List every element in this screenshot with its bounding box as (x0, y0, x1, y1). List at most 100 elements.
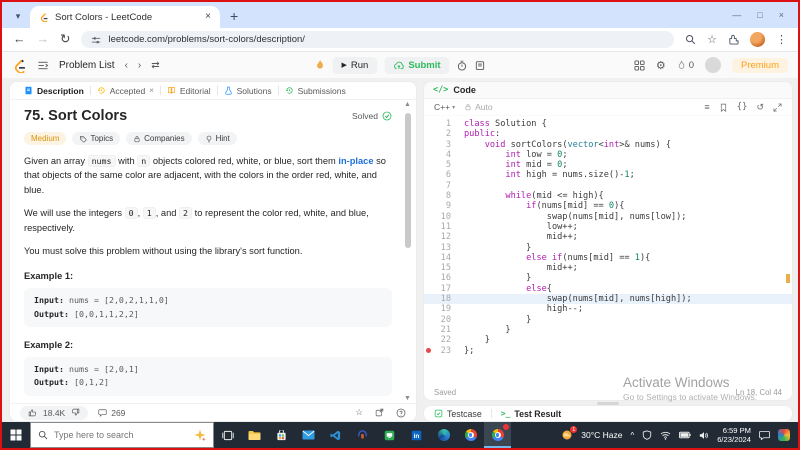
vscode-button[interactable] (322, 422, 349, 448)
code-line-5[interactable]: 5 int mid = 0; (424, 160, 792, 170)
window-maximize-button[interactable]: □ (757, 10, 762, 20)
problem-list-link[interactable]: Problem List (59, 60, 115, 71)
code-line-9[interactable]: 9 if(nums[mid] == 0){ (424, 201, 792, 211)
tray-color-app-icon[interactable] (778, 429, 790, 441)
edge-button[interactable] (430, 422, 457, 448)
user-avatar[interactable] (704, 57, 721, 73)
format-lines-icon[interactable]: ≡ (704, 102, 709, 112)
browser-profile-avatar[interactable] (750, 32, 765, 47)
search-input[interactable] (54, 430, 188, 440)
taskbar-search[interactable] (30, 422, 214, 448)
tab-description[interactable]: Description (18, 86, 90, 96)
premium-button[interactable]: Premium (731, 57, 788, 73)
reset-code-icon[interactable]: ↺ (756, 102, 764, 113)
code-line-3[interactable]: 3 void sortColors(vector<int>& nums) { (424, 140, 792, 150)
code-line-20[interactable]: 20 } (424, 315, 792, 325)
code-line-11[interactable]: 11 low++; (424, 222, 792, 232)
scroll-down-icon[interactable]: ▼ (404, 395, 411, 402)
run-button[interactable]: ▶ Run (332, 56, 378, 74)
next-problem-icon[interactable]: › (138, 60, 141, 71)
copilot-sparkle-icon[interactable] (194, 429, 206, 441)
browser-tab[interactable]: Sort Colors - LeetCode × (30, 6, 220, 28)
microsoft-store-button[interactable] (268, 422, 295, 448)
auto-toggle[interactable]: Auto (464, 102, 493, 112)
taskbar-clock[interactable]: 6:59 PM 6/23/2024 (717, 426, 751, 445)
mail-button[interactable] (295, 422, 322, 448)
forward-icon[interactable]: → (37, 33, 50, 46)
audacity-button[interactable] (349, 422, 376, 448)
breakpoint-dot[interactable] (426, 348, 431, 354)
daily-fire-icon[interactable] (314, 59, 325, 71)
tab-solutions[interactable]: Solutions (218, 86, 278, 96)
inline-link[interactable]: in-place (338, 156, 373, 166)
hint-chip[interactable]: Hint (197, 132, 237, 145)
back-icon[interactable]: ← (13, 33, 26, 46)
notification-chat-icon[interactable] (759, 430, 770, 440)
chrome-active-window-button[interactable] (484, 422, 511, 448)
settings-gear-icon[interactable]: ⚙ (656, 59, 666, 72)
code-line-21[interactable]: 21 } (424, 325, 792, 335)
tab-accepted[interactable]: Accepted × (91, 86, 160, 96)
submit-button[interactable]: Submit (384, 56, 450, 74)
help-icon[interactable] (396, 408, 406, 418)
topics-chip[interactable]: Topics (72, 132, 121, 145)
reload-icon[interactable]: ↻ (60, 33, 70, 46)
code-line-1[interactable]: 1 class Solution { (424, 119, 792, 129)
code-line-13[interactable]: 13 } (424, 243, 792, 253)
tab-search-button[interactable]: ▾ (8, 8, 28, 25)
code-editor[interactable]: 1 class Solution {2 public: 3 void sortColo… (424, 116, 792, 385)
volume-icon[interactable] (699, 431, 709, 440)
tab-close-icon[interactable]: × (205, 12, 211, 22)
bookmark-icon[interactable] (719, 103, 728, 112)
code-line-7[interactable]: 7 (424, 181, 792, 191)
code-line-6[interactable]: 6 int high = nums.size()-1; (424, 170, 792, 180)
scroll-up-icon[interactable]: ▲ (404, 101, 411, 108)
tab-editorial[interactable]: Editorial (161, 86, 217, 96)
thumbs-up-icon[interactable] (28, 408, 37, 417)
companies-chip[interactable]: Companies (126, 132, 192, 145)
code-line-2[interactable]: 2 public: (424, 129, 792, 139)
site-settings-icon[interactable] (91, 35, 101, 45)
difficulty-badge[interactable]: Medium (24, 132, 67, 145)
code-line-12[interactable]: 12 mid++; (424, 232, 792, 242)
tab-accepted-close-icon[interactable]: × (149, 86, 154, 95)
security-shield-icon[interactable] (642, 430, 652, 440)
window-close-button[interactable]: × (779, 10, 784, 20)
code-line-14[interactable]: 14 else if(nums[mid] == 1){ (424, 253, 792, 263)
fullscreen-icon[interactable] (773, 103, 782, 112)
linkedin-button[interactable]: in (403, 422, 430, 448)
code-line-18[interactable]: 18 swap(nums[mid], nums[high]); (424, 294, 792, 305)
code-line-8[interactable]: 8 while(mid <= high){ (424, 191, 792, 201)
braces-icon[interactable]: {} (737, 102, 748, 112)
notes-icon[interactable] (475, 60, 486, 71)
panel-list-icon[interactable] (37, 60, 49, 71)
language-select[interactable]: C++ ▾ (434, 102, 455, 112)
code-line-10[interactable]: 10 swap(nums[mid], nums[low]); (424, 212, 792, 222)
comments-button[interactable]: 269 (98, 408, 125, 418)
test-result-tab[interactable]: >_ Test Result (501, 409, 561, 419)
address-bar[interactable]: leetcode.com/problems/sort-colors/descri… (81, 31, 675, 48)
file-explorer-button[interactable] (241, 422, 268, 448)
shuffle-icon[interactable]: ⇄ (151, 60, 159, 71)
code-line-16[interactable]: 16 } (424, 273, 792, 283)
code-line-23[interactable]: 23}; (424, 346, 792, 356)
code-line-19[interactable]: 19 high--; (424, 304, 792, 314)
share-icon[interactable] (375, 408, 384, 417)
layout-grid-icon[interactable] (634, 59, 645, 71)
prev-problem-icon[interactable]: ‹ (125, 60, 128, 71)
streak-counter[interactable]: 0 (677, 60, 694, 71)
thumbs-down-icon[interactable] (71, 408, 80, 417)
favorite-star-icon[interactable]: ☆ (355, 407, 363, 418)
code-line-15[interactable]: 15 mid++; (424, 263, 792, 273)
code-line-22[interactable]: 22 } (424, 335, 792, 345)
scrollbar-thumb[interactable] (405, 113, 411, 248)
extensions-icon[interactable] (728, 34, 739, 45)
zoom-icon[interactable] (685, 34, 696, 45)
leetcode-logo[interactable] (12, 58, 27, 73)
screen-share-app-button[interactable] (376, 422, 403, 448)
start-button[interactable] (2, 422, 30, 448)
code-line-17[interactable]: 17 else{ (424, 284, 792, 294)
chrome-button[interactable] (457, 422, 484, 448)
code-line-4[interactable]: 4 int low = 0; (424, 150, 792, 160)
task-view-button[interactable] (214, 422, 241, 448)
